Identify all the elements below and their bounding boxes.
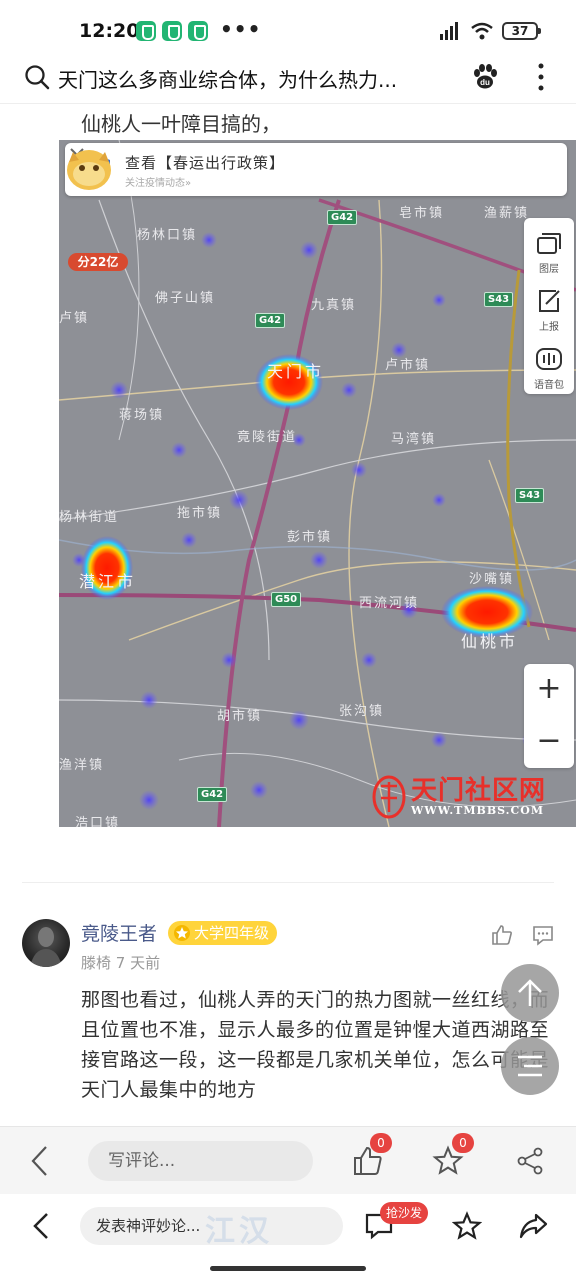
policy-notice-banner[interactable]: 查看【春运出行政策】 关注疫情动态» [65,143,567,196]
avatar-figure-icon [30,927,62,967]
notice-title: 查看【春运出行政策】 [125,154,286,172]
more-options-icon[interactable] [536,62,546,92]
map-place-label: 拖市镇 [177,506,223,521]
thumbs-up-icon[interactable] [490,923,514,947]
map-city-label: 天门市 [267,362,325,381]
search-icon[interactable] [24,64,50,90]
voice-pack-icon [536,348,562,370]
share-arrow-icon[interactable] [518,1212,548,1240]
map-place-label: 马湾镇 [391,432,437,447]
map-place-label: 卢市镇 [385,358,431,373]
map-place-label: 西流河镇 [359,596,420,611]
site-watermark: 天门社区网 WWW.TMBBS.COM [371,770,571,826]
map-place-label: 杨林街道 [59,510,120,525]
star-icon [174,925,190,941]
zoom-in-button[interactable]: + [524,664,574,716]
comment-input[interactable]: 写评论... [88,1141,313,1181]
battery-icon: 37 [502,22,541,40]
map-place-label: 杨林口镇 [137,228,198,243]
shield-notification-icon [136,21,156,41]
more-notifications-icon: ••• [220,17,262,41]
star-outline-icon[interactable] [452,1211,482,1241]
fav-count-badge: 0 [452,1133,474,1153]
map-place-label: 浩口镇 [75,816,121,827]
level-text: 大学四年级 [194,924,270,942]
comment-meta: 滕椅 7 天前 [81,954,161,972]
comment-body: 那图也看过，仙桃人弄的天门的热力图就一丝红线，而且位置也不准，显示人最多的位置是… [81,989,550,1101]
heatmap-image: G42 S43 G42 S43 G50 G42 杨林口镇 佛子山镇 九真镇 卢镇… [59,140,576,827]
comment-toolbar: 写评论... 0 0 [0,1126,576,1194]
top-bar: 天门这么多商业综合体，为什么热力... du [0,60,576,104]
map-place-label: 蒋场镇 [119,408,165,423]
shield-notification-icon [162,21,182,41]
overlay-watermark-text: 江汉 [205,1214,273,1249]
map-place-label: 皂市镇 [399,206,445,221]
map-city-label: 仙桃市 [461,632,519,651]
wifi-icon [471,22,493,40]
map-place-label: 卢镇 [59,311,90,326]
scroll-top-button[interactable] [501,964,559,1022]
reward-badge[interactable]: 分22亿 [68,253,128,271]
zoom-controls: + − [524,664,574,768]
layers-button[interactable]: 图层 [524,222,574,280]
arrow-up-icon [518,979,542,1006]
status-time: 12:20 [79,20,140,42]
highway-shield: G42 [327,210,358,225]
shield-notification-icon [188,21,208,41]
edit-icon [539,290,560,312]
highway-shield: G42 [255,313,286,328]
comment-bubble-icon[interactable] [531,923,555,947]
bottom-toolbar: 发表神评妙论... 江汉 抢沙发 [0,1194,576,1280]
map-place-label: 佛子山镇 [155,291,216,306]
watermark-text: 天门社区网 [411,776,547,806]
map-place-label: 渔薪镇 [484,206,530,221]
list-icon [518,1055,542,1077]
map-place-label: 彭市镇 [287,530,333,545]
tool-label: 图层 [539,264,559,275]
map-place-label: 胡市镇 [217,709,263,724]
red-packet-mascot-icon[interactable] [59,140,119,200]
back-icon[interactable] [30,1145,50,1177]
tool-label: 语音包 [534,380,564,391]
status-bar: 12:20 ••• 37 [0,0,576,60]
highway-shield: G50 [271,592,302,607]
zoom-out-button[interactable]: − [524,716,574,768]
voice-pack-button[interactable]: 语音包 [524,338,574,396]
map-place-label: 竟陵街道 [237,430,298,445]
home-indicator[interactable] [210,1266,366,1271]
map-place-label: 九真镇 [311,298,357,313]
highway-shield: S43 [515,488,545,503]
map-place-label: 渔洋镇 [59,758,105,773]
svg-text:du: du [480,78,490,87]
site-logo-icon [372,775,406,819]
like-count-badge: 0 [370,1133,392,1153]
map-place-label: 沙嘴镇 [469,572,515,587]
back-icon[interactable] [32,1212,50,1240]
section-divider [22,882,554,883]
sofa-badge: 抢沙发 [380,1202,429,1224]
highway-shield: S43 [484,292,514,307]
baidu-paw-icon[interactable]: du [470,62,500,92]
tool-label: 上报 [539,322,559,333]
page-title[interactable]: 天门这么多商业综合体，为什么热力... [58,64,463,93]
post-text-fragment: 仙桃人一叶障目搞的， [81,112,281,136]
watermark-url: WWW.TMBBS.COM [411,804,545,817]
highway-shield: G42 [197,787,228,802]
map-city-label: 潜江市 [79,572,137,591]
avatar[interactable] [22,919,70,967]
level-badge: 大学四年级 [168,921,278,945]
map-tool-panel: 图层 上报 语音包 [524,218,574,394]
menu-fab-button[interactable] [501,1037,559,1095]
layers-icon [537,233,561,254]
map-roads [59,140,576,827]
signal-icon [440,22,458,40]
comment-username[interactable]: 竟陵王者 [81,919,157,946]
share-icon[interactable] [514,1145,546,1177]
map-place-label: 张沟镇 [339,704,385,719]
report-button[interactable]: 上报 [524,280,574,338]
notice-subtitle: 关注疫情动态» [125,178,192,189]
